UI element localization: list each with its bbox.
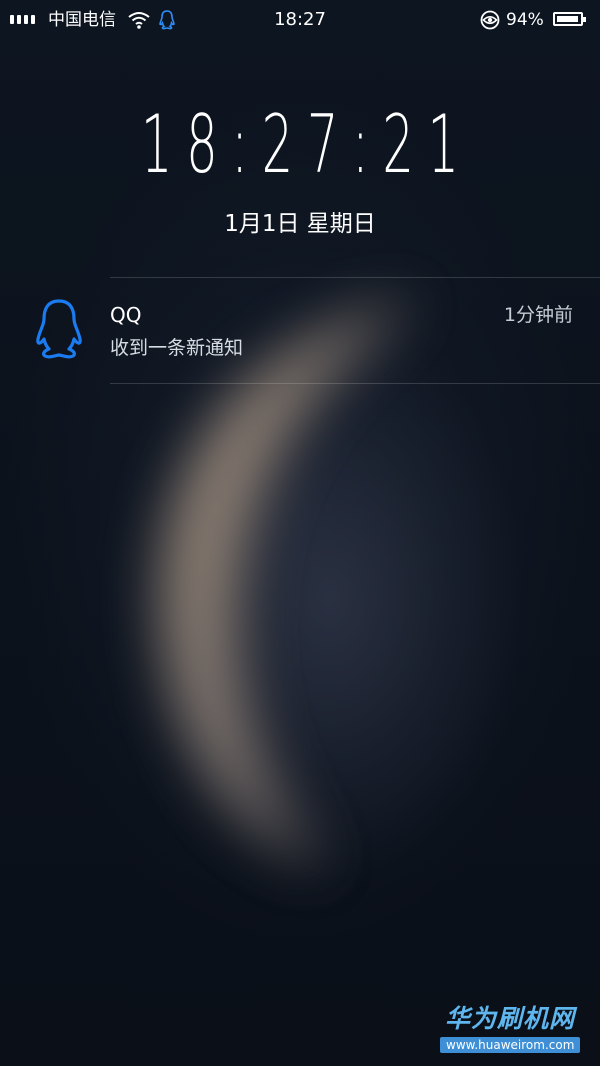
signal-icon: [10, 15, 35, 24]
battery-percent: 94%: [506, 10, 544, 30]
notification-card[interactable]: QQ 收到一条新通知 1分钟前: [0, 278, 600, 384]
status-bar: 中国电信 18:27 94%: [0, 0, 600, 42]
watermark: 华为刷机网 www.huaweirom.com: [440, 1004, 581, 1056]
notification-app-name: QQ: [110, 303, 142, 327]
lockscreen-date: 1月1日 星期日: [224, 211, 376, 237]
qq-penguin-icon: [36, 299, 82, 359]
watermark-title: 华为刷机网: [444, 1004, 575, 1033]
watermark-url: www.huaweirom.com: [440, 1037, 581, 1053]
battery-icon: [553, 12, 586, 26]
qq-icon: [159, 10, 175, 30]
carrier-name: 中国电信: [48, 10, 116, 30]
status-time: 18:27: [274, 9, 326, 30]
eye-icon: [480, 10, 500, 30]
notification-message: 收到一条新通知: [110, 337, 244, 359]
wifi-icon: [128, 12, 150, 29]
lockscreen-clock: 18:27:21: [140, 98, 473, 191]
notification-divider-bottom: [110, 383, 600, 384]
battery-fill: [557, 16, 578, 22]
notification-time: 1分钟前: [503, 304, 573, 326]
battery-tip: [583, 17, 586, 22]
